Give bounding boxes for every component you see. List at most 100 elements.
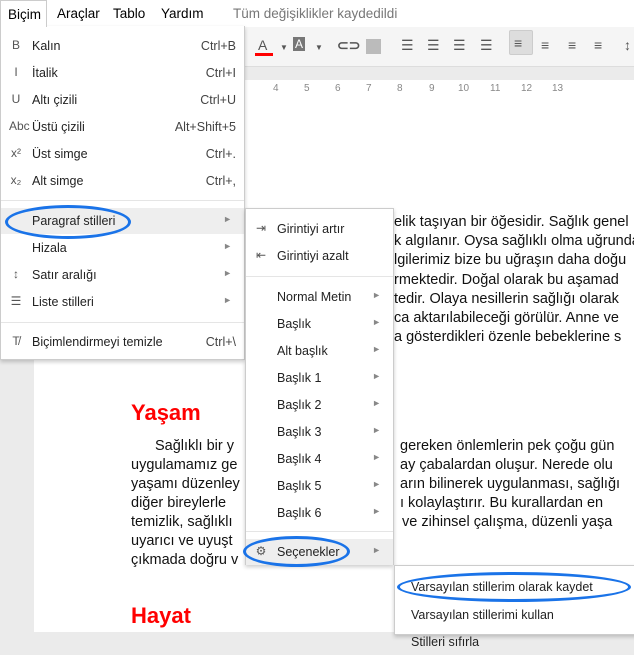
bulleted-list-icon[interactable]: ☰ [427, 37, 440, 54]
text-line: diğer bireylerle [131, 495, 227, 511]
submenu-arrow-icon: ► [372, 371, 381, 381]
submenu-arrow-icon: ► [223, 295, 232, 305]
submenu-arrow-icon: ► [372, 425, 381, 435]
annotation-ellipse [397, 572, 631, 602]
menu-yardim[interactable]: Yardım [161, 6, 204, 21]
ruler-tick: 12 [521, 83, 533, 94]
text-line: ay çabalardan oluşur. Nerede olu [400, 457, 613, 473]
format-menu-item[interactable]: x₂ Alt simge Ctrl+, [1, 168, 244, 194]
align-left-icon[interactable]: ≡ [509, 30, 533, 55]
text-color-icon[interactable]: A [255, 37, 273, 56]
menu-item-label: Alt simge [32, 174, 84, 188]
menu-item-label: İtalik [32, 66, 58, 80]
submenu-arrow-icon: ► [372, 545, 381, 555]
ruler-tick: 7 [366, 83, 372, 94]
menu-item-label: Üst simge [32, 147, 88, 161]
submenu-arrow-icon: ► [223, 241, 232, 251]
paragraph-style-item[interactable]: Başlık 4 ► [246, 446, 393, 472]
increase-indent-icon[interactable]: ☰ [480, 37, 493, 54]
text-line: rmektedir. Doğal olarak bu aşamad [394, 272, 619, 288]
submenu-arrow-icon: ► [223, 268, 232, 278]
menu-araclar[interactable]: Araçlar [57, 6, 100, 21]
align-center-icon[interactable]: ≡ [541, 37, 549, 53]
chevron-down-icon[interactable]: ▼ [280, 43, 288, 52]
menu-item-label: Üstü çizili [32, 120, 85, 134]
menu-item-label: Biçimlendirmeyi temizle [32, 335, 163, 349]
chevron-down-icon[interactable]: ▼ [315, 43, 323, 52]
ruler-tick: 9 [429, 83, 435, 94]
subscript-icon: x₂ [10, 173, 22, 187]
submenu-arrow-icon: ► [372, 479, 381, 489]
shortcut-label: Ctrl+B [200, 39, 236, 53]
text-line: gereken önlemlerin pek çoğu gün [400, 438, 615, 454]
format-menu-item[interactable]: T̸ Biçimlendirmeyi temizle Ctrl+\ [1, 329, 244, 355]
menu-item-label: Başlık [277, 317, 312, 331]
paragraph-style-item[interactable]: ⇤ Girintiyi azalt [246, 243, 393, 269]
paragraph-style-item[interactable]: Başlık 6 ► [246, 500, 393, 526]
paragraph-style-item[interactable]: Alt başlık ► [246, 338, 393, 364]
menu-item-label: Varsayılan stillerimi kullan [411, 608, 554, 622]
divider [1, 322, 244, 323]
paragraph-style-item[interactable]: Normal Metin ► [246, 284, 393, 310]
text-line: Sağlıklı bir y [155, 438, 234, 454]
text-line: ca aktarılabileceği görülür. Anne ve [394, 310, 619, 326]
ruler[interactable]: 4 5 6 7 8 9 10 11 12 13 [245, 80, 634, 97]
heading-hayat: Hayat [131, 603, 191, 628]
paragraph-style-item[interactable]: Başlık 3 ► [246, 419, 393, 445]
menu-item-label: Normal Metin [277, 290, 352, 304]
menu-item-label: Kalın [32, 39, 61, 53]
highlight-color-icon[interactable]: A [293, 37, 306, 51]
menu-tablo[interactable]: Tablo [113, 6, 145, 21]
annotation-ellipse [243, 536, 350, 567]
format-menu-item[interactable]: I İtalik Ctrl+I [1, 60, 244, 86]
menu-bicim-open[interactable]: Biçim [0, 0, 47, 27]
paragraph-style-item[interactable]: Başlık 5 ► [246, 473, 393, 499]
paragraph-style-item[interactable]: Başlık 1 ► [246, 365, 393, 391]
menu-item-label: Stilleri sıfırla [411, 635, 480, 649]
format-menu-item[interactable]: ↕ Satır aralığı ► [1, 262, 244, 288]
line-spacing-icon[interactable]: ↕ [624, 37, 631, 53]
shortcut-label: Ctrl+, [205, 174, 236, 188]
decrease-indent-icon[interactable]: ☰ [453, 37, 466, 54]
divider [246, 276, 393, 277]
paragraph-styles-submenu: ⇥ Girintiyi artır ⇤ Girintiyi azalt Normal M… [245, 208, 394, 565]
format-menu-item[interactable]: B Kalın Ctrl+B [1, 33, 244, 59]
menu-item-label: Alt başlık [277, 344, 328, 358]
options-item[interactable]: Stilleri sıfırla [395, 629, 634, 655]
paragraph-style-item[interactable]: Başlık 2 ► [246, 392, 393, 418]
ruler-tick: 8 [397, 83, 403, 94]
numbered-list-icon[interactable]: ☰ [401, 37, 414, 54]
submenu-arrow-icon: ► [372, 290, 381, 300]
format-menu-item[interactable]: x² Üst simge Ctrl+. [1, 141, 244, 167]
paragraph-style-item[interactable]: Başlık ► [246, 311, 393, 337]
clear-format-icon: T̸ [12, 334, 20, 348]
format-menu-item[interactable]: U Altı çizili Ctrl+U [1, 87, 244, 113]
justify-icon[interactable]: ≡ [594, 37, 602, 53]
menu-item-label: Başlık 3 [277, 425, 322, 439]
shortcut-label: Ctrl+U [200, 93, 236, 107]
image-icon[interactable] [366, 39, 381, 54]
submenu-arrow-icon: ► [372, 317, 381, 327]
text-line: çıkmada doğru v [131, 552, 239, 568]
menu-item-label: Girintiyi artır [277, 222, 345, 236]
ruler-tick: 10 [458, 83, 470, 94]
link-icon[interactable]: ⊂⊃ [337, 37, 360, 54]
shortcut-label: Ctrl+I [205, 66, 236, 80]
submenu-arrow-icon: ► [372, 452, 381, 462]
align-right-icon[interactable]: ≡ [568, 37, 576, 53]
menu-item-label: Satır aralığı [32, 268, 97, 282]
text-line: ı kolaylaştırır. Bu kurallardan en [400, 495, 604, 511]
menu-item-label: Girintiyi azalt [277, 249, 349, 263]
paragraph-style-item[interactable]: ⇥ Girintiyi artır [246, 216, 393, 242]
text-line: arın bilinerek uygulanması, sağlığı [400, 476, 621, 492]
format-menu-item[interactable]: Abc Üstü çizili Alt+Shift+5 [1, 114, 244, 140]
menu-item-label: Başlık 2 [277, 398, 322, 412]
format-menu-item[interactable]: ☰ Liste stilleri ► [1, 289, 244, 315]
format-menu-item[interactable]: Hizala ► [1, 235, 244, 261]
text-line: ve zihinsel çalışma, düzenli yaşa [402, 514, 613, 530]
format-menu: B Kalın Ctrl+B I İtalik Ctrl+I U Altı çizili Ctr… [0, 26, 245, 360]
text-line: tedir. Olaya nesillerin sağlığı olarak [394, 291, 619, 307]
options-item[interactable]: Varsayılan stillerimi kullan [395, 602, 634, 628]
submenu-arrow-icon: ► [372, 506, 381, 516]
indent-decrease-icon: ⇤ [255, 248, 267, 262]
